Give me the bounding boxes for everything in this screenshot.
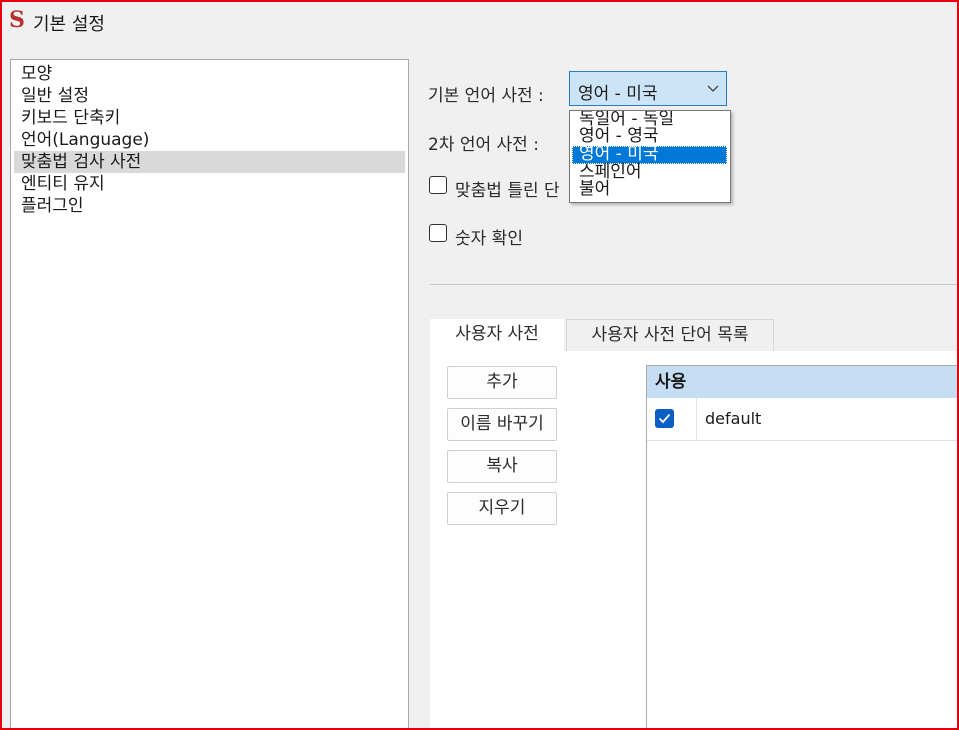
primary-dictionary-label: 기본 언어 사전 : [428, 86, 544, 106]
category-item-language[interactable]: 언어(Language) [14, 129, 405, 151]
mark-misspelled-label: 맞춤법 틀린 단 [455, 181, 560, 201]
window-title: 기본 설정 [33, 14, 105, 35]
add-button[interactable]: 추가 [447, 366, 557, 399]
copy-button[interactable]: 복사 [447, 450, 557, 483]
table-row[interactable]: default [647, 398, 957, 441]
primary-dictionary-value: 영어 - 미국 [578, 84, 658, 104]
primary-dictionary-select[interactable]: 영어 - 미국 [569, 71, 727, 106]
check-numbers-label: 숫자 확인 [455, 229, 523, 249]
tab-user-dictionary-words[interactable]: 사용자 사전 단어 목록 [566, 319, 774, 351]
dropdown-option-french[interactable]: 불어 [572, 181, 727, 199]
dictionary-name: default [705, 409, 762, 428]
chevron-down-icon [707, 85, 719, 92]
preferences-window: S 기본 설정 모양 일반 설정 키보드 단축키 언어(Language) 맞춤… [0, 0, 959, 730]
enabled-checkbox[interactable] [655, 409, 674, 428]
tab-user-dictionary[interactable]: 사용자 사전 [430, 319, 564, 352]
category-item-shortcuts[interactable]: 키보드 단축키 [14, 107, 405, 129]
primary-dictionary-dropdown: 독일어 - 독일 영어 - 영국 영어 - 미국 스페인어 불어 [569, 110, 731, 203]
category-item-entities[interactable]: 엔티티 유지 [14, 173, 405, 195]
divider [430, 284, 957, 285]
rename-button[interactable]: 이름 바꾸기 [447, 408, 557, 441]
delete-button[interactable]: 지우기 [447, 492, 557, 525]
table-header-enabled[interactable]: 사용 [647, 366, 957, 398]
category-item-appearance[interactable]: 모양 [14, 63, 405, 85]
title-bar: S 기본 설정 [2, 2, 957, 38]
category-item-plugins[interactable]: 플러그인 [14, 195, 405, 217]
secondary-dictionary-label: 2차 언어 사전 : [428, 135, 539, 155]
app-logo-icon: S [9, 7, 25, 33]
category-list[interactable]: 모양 일반 설정 키보드 단축키 언어(Language) 맞춤법 검사 사전 … [10, 59, 409, 728]
check-numbers-checkbox[interactable] [429, 224, 447, 242]
column-divider [696, 398, 697, 440]
category-item-spellcheck[interactable]: 맞춤법 검사 사전 [14, 151, 405, 173]
mark-misspelled-checkbox[interactable] [429, 176, 447, 194]
category-item-general[interactable]: 일반 설정 [14, 85, 405, 107]
dictionary-table: 사용 default [646, 365, 957, 728]
checkmark-icon [658, 413, 671, 424]
